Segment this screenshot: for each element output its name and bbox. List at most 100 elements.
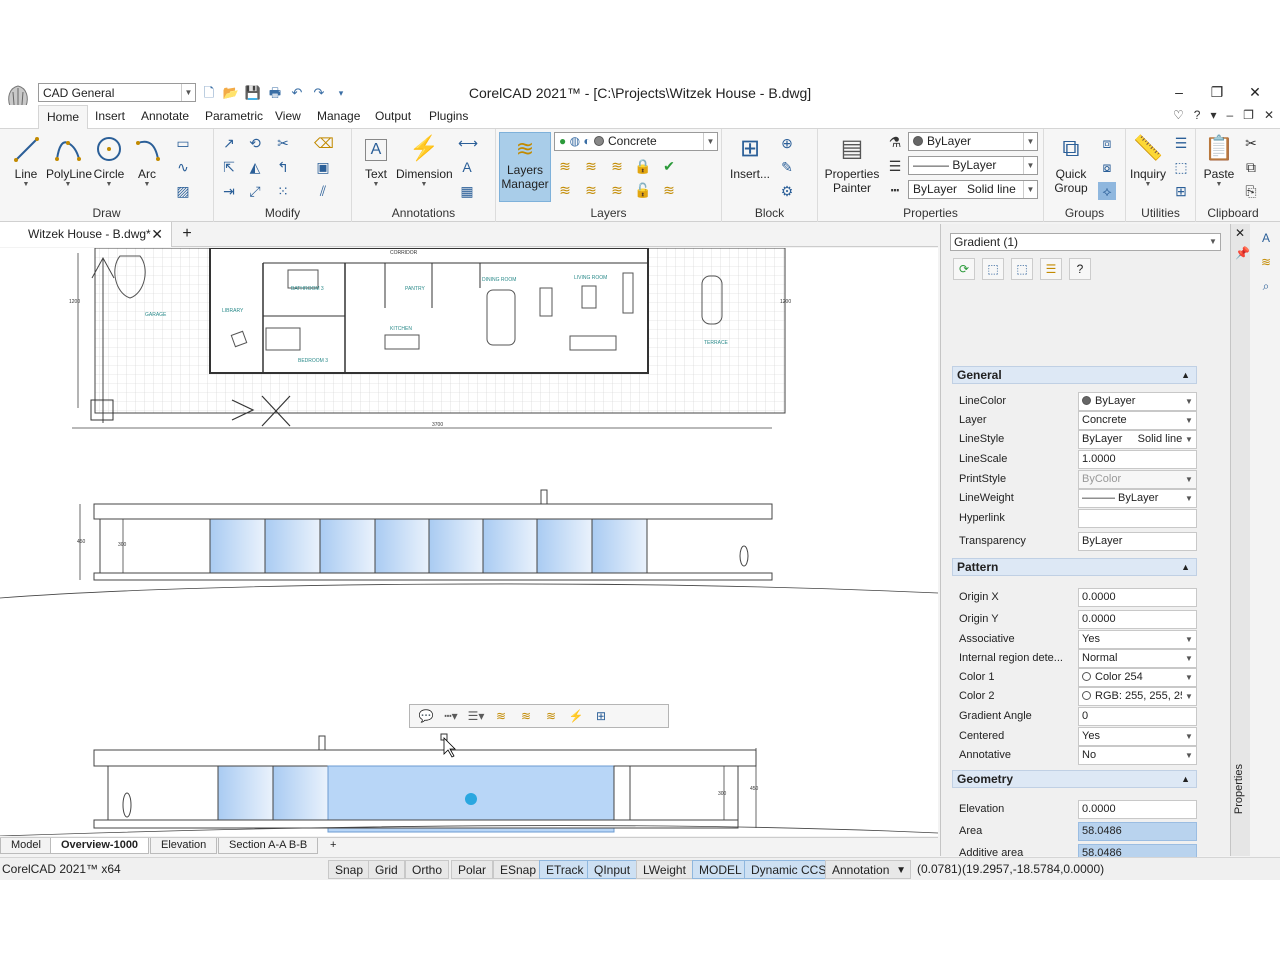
- tab-plugins[interactable]: Plugins: [429, 109, 468, 123]
- polar-toggle[interactable]: Polar: [451, 860, 494, 879]
- inquiry-button[interactable]: 📏 Inquiry ▼: [1130, 133, 1166, 189]
- comment-icon[interactable]: 💬: [416, 707, 436, 725]
- drawing-svg[interactable]: CORRIDOR BATHROOM 3 PANTRY DINING ROOM L…: [0, 248, 938, 836]
- pattern-section-header[interactable]: Pattern ▲: [952, 558, 1197, 576]
- layer-unlock-icon[interactable]: 🔓: [634, 181, 652, 199]
- add-sheet-button[interactable]: +: [320, 838, 347, 854]
- properties-painter-button[interactable]: ▤ Properties Painter: [824, 133, 880, 195]
- copy-icon[interactable]: ⇱: [220, 158, 238, 176]
- etrack-toggle[interactable]: ETrack: [539, 860, 591, 879]
- layer-toolbar-icon-1[interactable]: ≋: [491, 707, 511, 725]
- layer-select[interactable]: ● ◍ ◐ Concrete ▼: [554, 132, 718, 151]
- layer-tool-4-icon[interactable]: ≋: [556, 181, 574, 199]
- tab-manage[interactable]: Manage: [317, 109, 360, 123]
- lineweight-icon[interactable]: ☰: [886, 157, 904, 175]
- make-current-icon[interactable]: ✔: [660, 157, 678, 175]
- scale-icon[interactable]: ⤢: [246, 182, 264, 200]
- tab-annotate[interactable]: Annotate: [141, 109, 189, 123]
- dimension-toolbar-icon[interactable]: ⚡: [566, 707, 586, 725]
- restore-button[interactable]: ❐: [1198, 82, 1236, 102]
- grid-toggle[interactable]: Grid: [368, 860, 405, 879]
- trim-icon[interactable]: ✂: [274, 134, 292, 152]
- prop-value-select[interactable]: ByLayer Solid line ▼: [1078, 430, 1197, 449]
- help-dropdown-icon[interactable]: ▾: [1210, 108, 1216, 122]
- drawing-canvas[interactable]: CORRIDOR BATHROOM 3 PANTRY DINING ROOM L…: [0, 248, 938, 836]
- prop-value-input[interactable]: 0.0000: [1078, 588, 1197, 607]
- favorite-icon[interactable]: ♡: [1173, 108, 1184, 122]
- quick-group-button[interactable]: ⧉ Quick Group: [1054, 133, 1088, 195]
- sheet-tab-overview[interactable]: Overview-1000: [50, 838, 150, 854]
- create-block-icon[interactable]: ⊕: [778, 134, 796, 152]
- help-icon[interactable]: ?: [1194, 108, 1201, 122]
- spline-icon[interactable]: ∿: [174, 158, 192, 176]
- ungroup-icon[interactable]: ⧈: [1098, 134, 1116, 152]
- layer-tool-6-icon[interactable]: ≋: [608, 181, 626, 199]
- paste-button[interactable]: 📋 Paste ▼: [1202, 133, 1236, 189]
- copy-clip-icon[interactable]: ⧉: [1242, 158, 1260, 176]
- prop-value-select[interactable]: ——— ByLayer ▼: [1078, 489, 1197, 508]
- close-panel-icon[interactable]: ✕: [1235, 226, 1245, 240]
- tab-home[interactable]: Home: [38, 105, 89, 130]
- insert-block-button[interactable]: ⊞ Insert...: [730, 133, 770, 181]
- tab-view[interactable]: View: [275, 109, 301, 123]
- filter-list-icon[interactable]: ☰: [1040, 258, 1062, 280]
- annotation-select[interactable]: Annotation ▼: [825, 860, 911, 879]
- block-toolbar-icon[interactable]: ⊞: [591, 707, 611, 725]
- fillet-icon[interactable]: ↰: [274, 158, 292, 176]
- close-button[interactable]: ✕: [1236, 82, 1274, 102]
- tab-output[interactable]: Output: [375, 109, 411, 123]
- doc-minimize-icon[interactable]: –: [1226, 108, 1233, 122]
- properties-dock-icon[interactable]: A: [1256, 228, 1276, 248]
- prop-value-input[interactable]: ByLayer: [1078, 532, 1197, 551]
- doc-close-icon[interactable]: ✕: [1264, 108, 1274, 122]
- prop-value-select[interactable]: Yes ▼: [1078, 727, 1197, 746]
- general-section-header[interactable]: General ▲: [952, 366, 1197, 384]
- color-picker-icon[interactable]: ⚗: [886, 133, 904, 151]
- offset-icon[interactable]: ⫽: [314, 182, 332, 200]
- group-edit-icon[interactable]: ⧇: [1098, 158, 1116, 176]
- layers-manager-button[interactable]: ≋ Layers Manager: [499, 132, 551, 202]
- prop-value-select[interactable]: No ▼: [1078, 746, 1197, 765]
- circle-button[interactable]: Circle ▼: [92, 133, 126, 189]
- hatch-icon[interactable]: ▨: [174, 182, 192, 200]
- polyline-button[interactable]: PolyLine ▼: [46, 133, 92, 189]
- array-icon[interactable]: ⁙: [274, 182, 292, 200]
- snap-toggle[interactable]: Snap: [328, 860, 371, 879]
- prop-value-select[interactable]: ByLayer ▼: [1078, 392, 1197, 411]
- tab-insert[interactable]: Insert: [95, 109, 125, 123]
- list-icon[interactable]: ☰: [1172, 134, 1190, 152]
- properties-side-label[interactable]: Properties: [1233, 764, 1245, 814]
- layer-tool-2-icon[interactable]: ≋: [582, 157, 600, 175]
- line-button[interactable]: Line ▼: [8, 133, 44, 189]
- layer-match-icon[interactable]: ≋: [660, 181, 678, 199]
- layers-dock-icon[interactable]: ≋: [1256, 252, 1276, 272]
- prop-value-input[interactable]: 0.0000: [1078, 610, 1197, 629]
- model-toggle[interactable]: MODEL: [692, 860, 749, 879]
- mirror-icon[interactable]: ◭: [246, 158, 264, 176]
- selection-filter-select[interactable]: Gradient (1) ▼: [950, 233, 1221, 251]
- quick-select-icon[interactable]: ⬚: [1011, 258, 1033, 280]
- block-attributes-icon[interactable]: ⚙: [778, 182, 796, 200]
- stretch-icon[interactable]: ⇥: [220, 182, 238, 200]
- minimize-button[interactable]: –: [1160, 82, 1198, 102]
- lweight-toggle[interactable]: LWeight: [636, 860, 693, 879]
- rotate-icon[interactable]: ⟲: [246, 134, 264, 152]
- geometry-section-header[interactable]: Geometry ▲: [952, 770, 1197, 788]
- help-icon[interactable]: ?: [1069, 258, 1091, 280]
- esnap-toggle[interactable]: ESnap: [493, 860, 544, 879]
- prop-value-select[interactable]: Yes ▼: [1078, 630, 1197, 649]
- layer-toolbar-icon-2[interactable]: ≋: [516, 707, 536, 725]
- prop-value-input[interactable]: [1078, 509, 1197, 528]
- document-tab[interactable]: Witzek House - B.dwg* ✕: [0, 222, 172, 247]
- layer-tool-5-icon[interactable]: ≋: [582, 181, 600, 199]
- pin-icon[interactable]: 📌: [1235, 246, 1250, 260]
- dimension-button[interactable]: ⚡ Dimension ▼: [396, 133, 453, 189]
- layer-toolbar-icon-3[interactable]: ≋: [541, 707, 561, 725]
- ortho-toggle[interactable]: Ortho: [405, 860, 450, 879]
- sheet-tab-model[interactable]: Model: [0, 838, 52, 854]
- select-similar-icon[interactable]: ⬚: [1172, 158, 1190, 176]
- new-tab-button[interactable]: +: [176, 224, 198, 244]
- explode-icon[interactable]: ▣: [314, 158, 332, 176]
- calculator-icon[interactable]: ⊞: [1172, 182, 1190, 200]
- layer-lock-icon[interactable]: 🔒: [634, 157, 652, 175]
